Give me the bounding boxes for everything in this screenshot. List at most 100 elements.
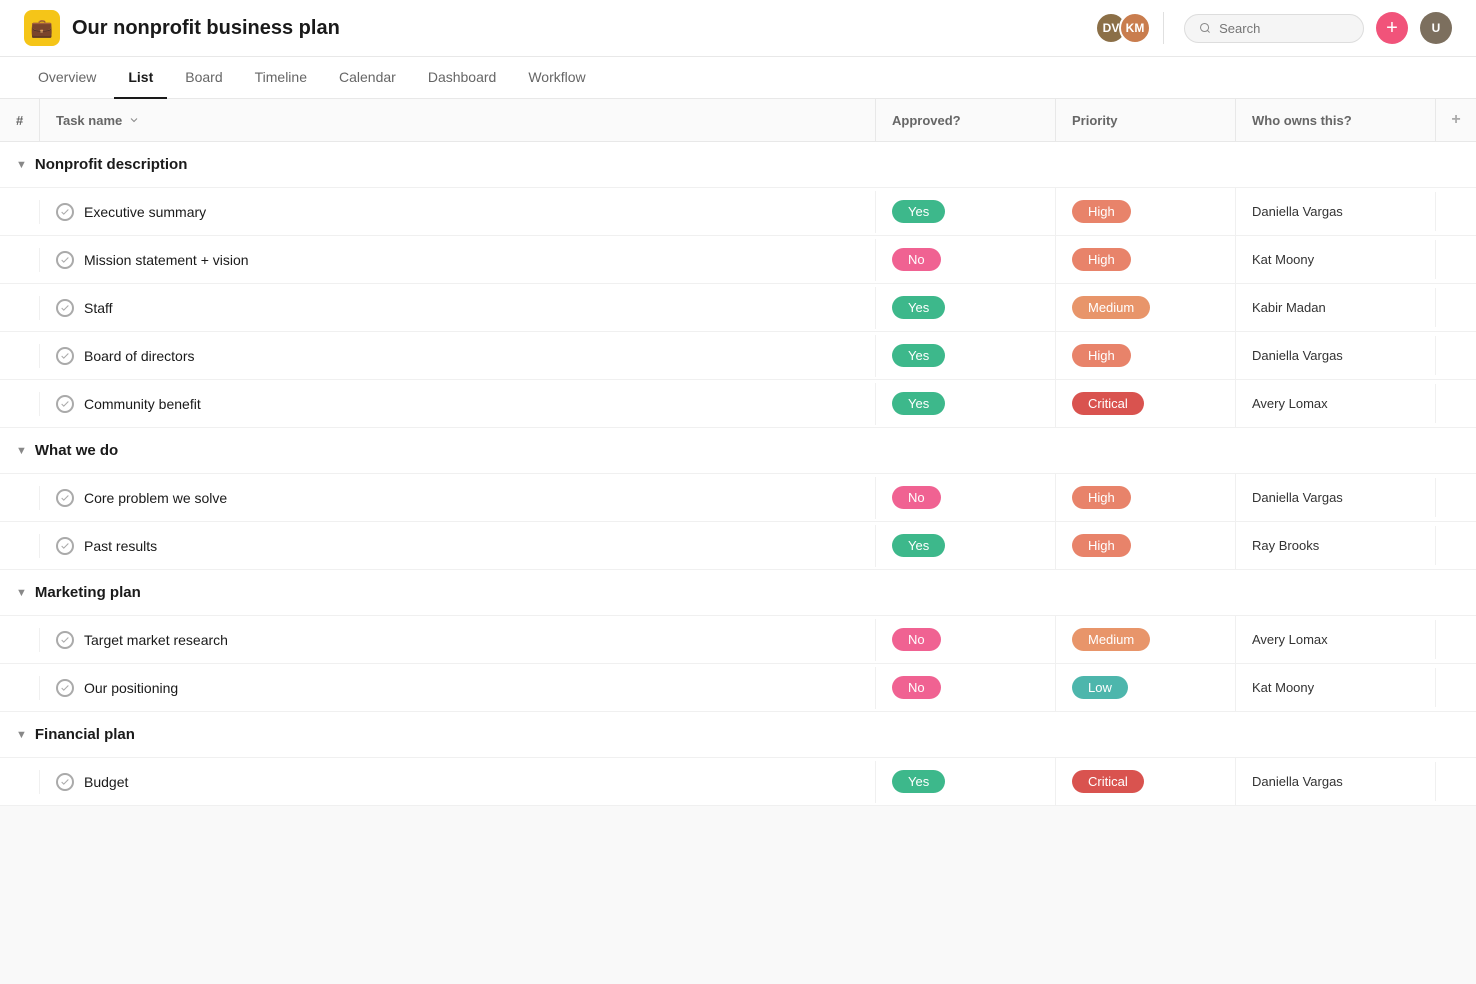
row-task[interactable]: Past results: [40, 525, 876, 567]
task-name: Community benefit: [84, 396, 201, 412]
row-number: [0, 770, 40, 794]
row-owner: Kat Moony: [1236, 668, 1436, 707]
task-name: Our positioning: [84, 680, 178, 696]
approved-badge: Yes: [892, 296, 945, 319]
approved-badge: Yes: [892, 344, 945, 367]
row-approved: Yes: [876, 332, 1056, 379]
row-task[interactable]: Our positioning: [40, 667, 876, 709]
approved-badge: No: [892, 628, 941, 651]
tab-calendar[interactable]: Calendar: [325, 57, 410, 99]
owner-name: Kabir Madan: [1252, 300, 1326, 315]
approved-badge: Yes: [892, 200, 945, 223]
avatar-2: KM: [1119, 12, 1151, 44]
row-approved: No: [876, 664, 1056, 711]
task-row: Core problem we solve No High Daniella V…: [0, 474, 1476, 522]
check-icon: [56, 299, 74, 317]
approved-badge: Yes: [892, 534, 945, 557]
owner-name: Daniella Vargas: [1252, 348, 1343, 363]
task-row: Our positioning No Low Kat Moony: [0, 664, 1476, 712]
row-owner: Ray Brooks: [1236, 526, 1436, 565]
section-header-what-we-do[interactable]: ▼ What we do: [0, 428, 1476, 474]
row-add: [1436, 392, 1476, 416]
app-header: 💼 Our nonprofit business plan DV KM + U: [0, 0, 1476, 57]
nav-tabs: Overview List Board Timeline Calendar Da…: [0, 57, 1476, 99]
row-number: [0, 676, 40, 700]
row-task[interactable]: Target market research: [40, 619, 876, 661]
row-task[interactable]: Budget: [40, 761, 876, 803]
row-task[interactable]: Executive summary: [40, 191, 876, 233]
task-name: Executive summary: [84, 204, 206, 220]
task-row: Mission statement + vision No High Kat M…: [0, 236, 1476, 284]
row-number: [0, 200, 40, 224]
section-label: What we do: [35, 442, 118, 459]
task-row: Executive summary Yes High Daniella Varg…: [0, 188, 1476, 236]
owner-name: Daniella Vargas: [1252, 204, 1343, 219]
priority-badge: High: [1072, 486, 1131, 509]
row-task[interactable]: Community benefit: [40, 383, 876, 425]
owner-name: Daniella Vargas: [1252, 774, 1343, 789]
row-number: [0, 392, 40, 416]
row-approved: No: [876, 474, 1056, 521]
tab-overview[interactable]: Overview: [24, 57, 110, 99]
row-add: [1436, 534, 1476, 558]
row-add: [1436, 296, 1476, 320]
check-icon: [56, 773, 74, 791]
tab-dashboard[interactable]: Dashboard: [414, 57, 511, 99]
row-task[interactable]: Core problem we solve: [40, 477, 876, 519]
row-number: [0, 534, 40, 558]
row-owner: Daniella Vargas: [1236, 762, 1436, 801]
priority-badge: High: [1072, 344, 1131, 367]
divider: [1163, 12, 1164, 44]
check-icon: [56, 489, 74, 507]
priority-badge: Medium: [1072, 296, 1150, 319]
chevron-icon: ▼: [16, 445, 27, 457]
search-input[interactable]: [1219, 21, 1349, 36]
row-owner: Kat Moony: [1236, 240, 1436, 279]
row-priority: High: [1056, 474, 1236, 521]
task-name: Mission statement + vision: [84, 252, 249, 268]
col-priority: Priority: [1056, 99, 1236, 141]
task-row: Budget Yes Critical Daniella Vargas: [0, 758, 1476, 806]
task-name: Core problem we solve: [84, 490, 227, 506]
row-owner: Avery Lomax: [1236, 620, 1436, 659]
task-table: # Task name Approved? Priority Who owns …: [0, 99, 1476, 806]
row-add: [1436, 676, 1476, 700]
row-task[interactable]: Board of directors: [40, 335, 876, 377]
check-icon: [56, 395, 74, 413]
app-icon: 💼: [24, 10, 60, 46]
row-add: [1436, 200, 1476, 224]
row-approved: Yes: [876, 188, 1056, 235]
approved-badge: No: [892, 248, 941, 271]
row-priority: High: [1056, 188, 1236, 235]
row-priority: Critical: [1056, 758, 1236, 805]
row-approved: No: [876, 236, 1056, 283]
priority-badge: High: [1072, 248, 1131, 271]
search-icon: [1199, 21, 1211, 35]
row-owner: Daniella Vargas: [1236, 336, 1436, 375]
row-approved: Yes: [876, 758, 1056, 805]
tab-timeline[interactable]: Timeline: [241, 57, 321, 99]
check-icon: [56, 631, 74, 649]
section-header-marketing-plan[interactable]: ▼ Marketing plan: [0, 570, 1476, 616]
col-owner: Who owns this?: [1236, 99, 1436, 141]
task-row: Past results Yes High Ray Brooks: [0, 522, 1476, 570]
row-priority: Medium: [1056, 616, 1236, 663]
col-task: Task name: [40, 99, 876, 141]
table-header: # Task name Approved? Priority Who owns …: [0, 99, 1476, 142]
section-header-financial-plan[interactable]: ▼ Financial plan: [0, 712, 1476, 758]
add-column-button[interactable]: +: [1436, 99, 1476, 141]
tab-board[interactable]: Board: [171, 57, 236, 99]
approved-badge: No: [892, 486, 941, 509]
owner-name: Ray Brooks: [1252, 538, 1319, 553]
col-number: #: [0, 99, 40, 141]
row-task[interactable]: Mission statement + vision: [40, 239, 876, 281]
section-header-nonprofit-description[interactable]: ▼ Nonprofit description: [0, 142, 1476, 188]
task-name: Budget: [84, 774, 128, 790]
tab-workflow[interactable]: Workflow: [514, 57, 599, 99]
search-box[interactable]: [1184, 14, 1364, 43]
row-task[interactable]: Staff: [40, 287, 876, 329]
add-button[interactable]: +: [1376, 12, 1408, 44]
tab-list[interactable]: List: [114, 57, 167, 99]
owner-name: Kat Moony: [1252, 252, 1314, 267]
check-icon: [56, 347, 74, 365]
